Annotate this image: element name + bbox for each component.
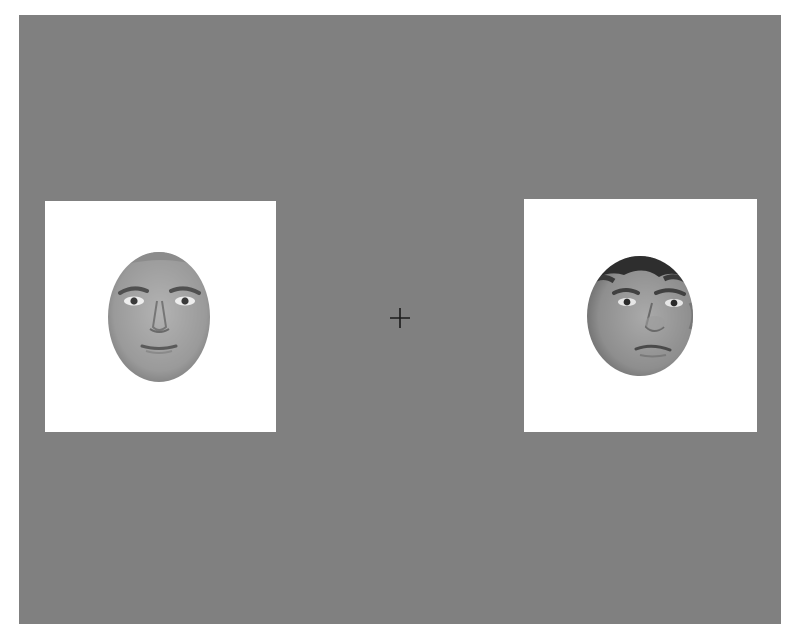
left-face-photo — [108, 252, 210, 382]
right-face-photo — [587, 256, 693, 376]
plus-icon — [390, 308, 410, 328]
right-face-stimulus — [524, 199, 757, 432]
fixation-cross — [389, 307, 411, 329]
left-face-stimulus — [45, 201, 276, 432]
stimulus-screen — [19, 15, 781, 624]
